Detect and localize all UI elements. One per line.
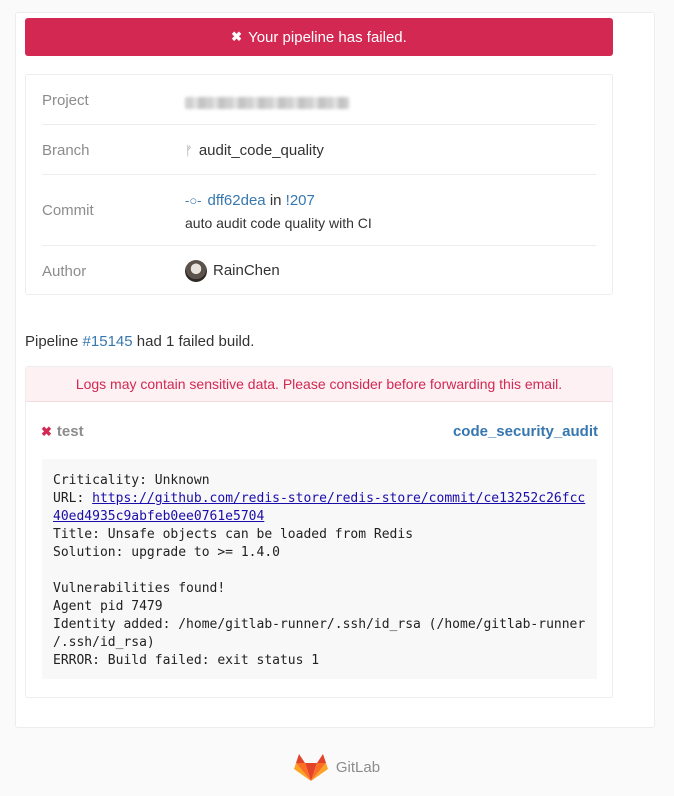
branch-label: Branch: [42, 142, 90, 159]
pipeline-failed-banner: ✖ Your pipeline has failed.: [25, 18, 613, 56]
author-name[interactable]: RainChen: [213, 262, 280, 279]
project-label: Project: [42, 92, 89, 109]
commit-icon: -○-: [185, 193, 202, 208]
branch-row: Branch ᚠ audit_code_quality: [42, 125, 596, 175]
failed-build-panel: Logs may contain sensitive data. Please …: [25, 366, 613, 698]
build-log: Criticality: Unknown URL: https://github…: [42, 459, 597, 679]
footer-brand: GitLab: [335, 758, 381, 776]
log-line: Title: Unsafe objects can be loaded from…: [53, 527, 414, 542]
log-line: ERROR: Build failed: exit status 1: [53, 653, 320, 668]
log-line: Criticality: Unknown: [53, 473, 210, 488]
author-value: RainChen: [185, 260, 280, 282]
pipeline-info-table: Project Branch ᚠ audit_code_quality Commi…: [25, 74, 613, 295]
log-line-url-cont: 40ed4935c9abfeb0ee0761e5704: [53, 508, 586, 526]
commit-url-link-cont[interactable]: 40ed4935c9abfeb0ee0761e5704: [53, 509, 264, 524]
log-line: Vulnerabilities found!: [53, 581, 226, 596]
log-line: Solution: upgrade to >= 1.4.0: [53, 545, 280, 560]
footer: GitLab: [0, 752, 674, 782]
project-row: Project: [42, 75, 596, 125]
commit-sha-link[interactable]: dff62dea: [208, 192, 266, 209]
banner-text: Your pipeline has failed.: [248, 28, 407, 46]
sensitive-data-warning: Logs may contain sensitive data. Please …: [26, 367, 612, 402]
author-row: Author RainChen: [42, 246, 596, 296]
build-stage-link[interactable]: code_security_audit: [453, 423, 598, 440]
build-header: ✖ test code_security_audit: [41, 423, 598, 443]
commit-label: Commit: [42, 202, 94, 219]
close-x-icon: ✖: [231, 29, 243, 44]
author-avatar[interactable]: [185, 260, 207, 282]
commit-in-text: in: [269, 192, 282, 209]
pipeline-suffix: had 1 failed build.: [136, 333, 255, 350]
commit-value: -○- dff62dea in !207: [185, 192, 315, 209]
build-name: ✖ test: [41, 423, 84, 440]
branch-value: ᚠ audit_code_quality: [185, 142, 324, 159]
project-value-redacted: [185, 94, 349, 111]
merge-request-link[interactable]: !207: [286, 192, 315, 209]
commit-url-link[interactable]: https://github.com/redis-store/redis-sto…: [92, 491, 585, 506]
pipeline-summary: Pipeline #15145 had 1 failed build.: [25, 333, 254, 350]
pipeline-prefix: Pipeline: [25, 333, 79, 350]
commit-row: Commit -○- dff62dea in !207 auto audit co…: [42, 175, 596, 246]
commit-message: auto audit code quality with CI: [185, 215, 372, 231]
log-line: Agent pid 7479: [53, 599, 163, 614]
log-line-blank: ​: [53, 562, 586, 580]
url-prefix: URL:: [53, 491, 93, 506]
log-line: Identity added: /home/gitlab-runner/.ssh…: [53, 617, 586, 632]
branch-name[interactable]: audit_code_quality: [199, 142, 324, 159]
failed-x-icon: ✖: [41, 424, 52, 439]
log-line-url: URL: https://github.com/redis-store/redi…: [53, 490, 586, 508]
author-label: Author: [42, 263, 87, 280]
log-line: /.ssh/id_rsa): [53, 635, 155, 650]
pipeline-id-link[interactable]: #15145: [83, 333, 133, 350]
branch-icon: ᚠ: [185, 143, 193, 158]
gitlab-logo-icon: [293, 754, 328, 781]
build-name-text: test: [56, 423, 84, 440]
